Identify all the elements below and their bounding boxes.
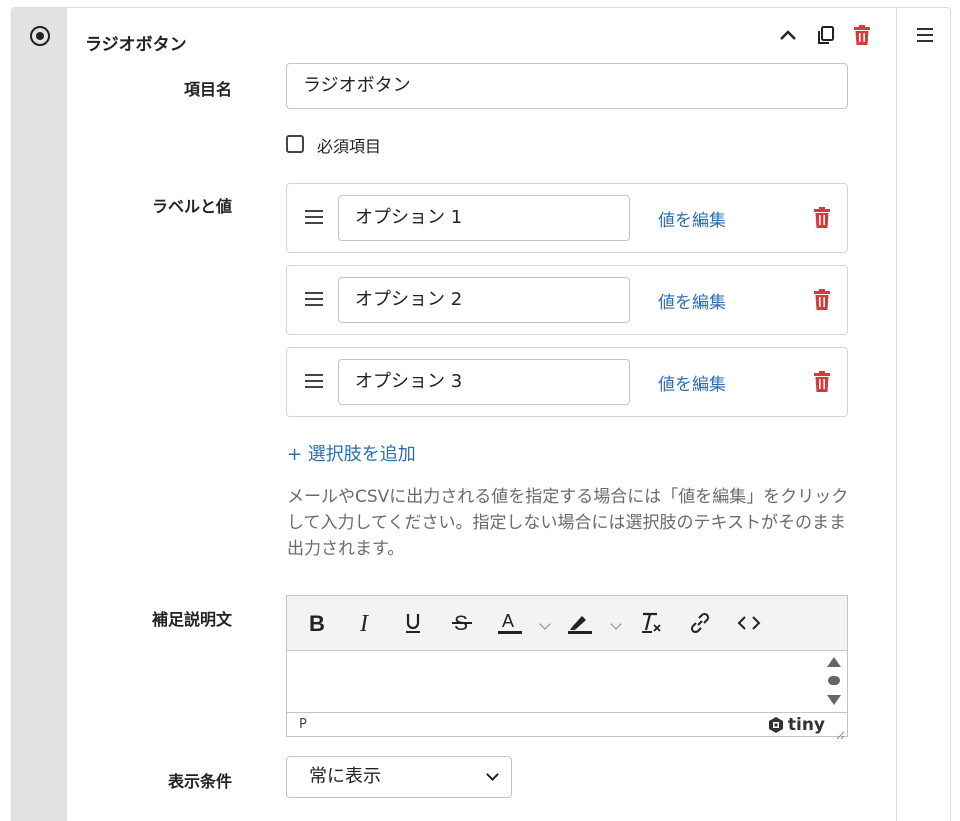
- underline-icon[interactable]: [400, 608, 426, 638]
- display-condition-select[interactable]: 常に表示: [286, 756, 512, 798]
- chevron-down-icon[interactable]: [539, 618, 551, 630]
- item-name-label: 項目名: [183, 80, 232, 99]
- options-label: ラベルと値: [151, 197, 232, 216]
- clear-formatting-icon[interactable]: [639, 608, 665, 638]
- field-title: ラジオボタン: [85, 35, 187, 55]
- tiny-logo[interactable]: tiny: [767, 715, 825, 735]
- option-input[interactable]: オプション 3: [338, 359, 630, 405]
- item-name-input[interactable]: ラジオボタン: [286, 63, 848, 109]
- field-menu-strip: [896, 8, 950, 821]
- radio-button-icon: [30, 26, 50, 46]
- text-color-icon[interactable]: A: [495, 608, 525, 638]
- scroll-up-icon[interactable]: [827, 657, 841, 667]
- field-type-strip: [12, 8, 67, 821]
- rich-text-editor: B I S A P tiny: [286, 595, 848, 740]
- svg-text:I: I: [359, 612, 369, 634]
- editor-content-area[interactable]: [287, 651, 847, 713]
- option-input[interactable]: オプション 2: [338, 277, 630, 323]
- edit-value-link[interactable]: 値を編集: [658, 288, 726, 313]
- element-path[interactable]: P: [299, 717, 307, 732]
- link-icon[interactable]: [687, 608, 713, 638]
- chevron-up-icon[interactable]: [777, 24, 799, 46]
- required-checkbox[interactable]: [286, 135, 304, 153]
- svg-text:A: A: [502, 611, 514, 631]
- option-row: オプション 3 値を編集: [286, 347, 848, 417]
- editor-toolbar: B I S A: [287, 596, 847, 651]
- source-code-icon[interactable]: [735, 608, 763, 638]
- required-label: 必須項目: [317, 137, 382, 156]
- trash-icon[interactable]: [811, 206, 833, 230]
- field-card: ラジオボタン 項目名 ラジオボタン 必須項目 ラベルと値 オプション 1 値を編…: [11, 7, 951, 821]
- resize-handle-icon[interactable]: [835, 725, 845, 740]
- options-help-text: メールやCSVに出力される値を指定する場合には「値を編集」をクリックして入力して…: [287, 487, 849, 559]
- option-row: オプション 2 値を編集: [286, 265, 848, 335]
- add-option-link[interactable]: + 選択肢を追加: [287, 440, 416, 466]
- drag-handle-icon[interactable]: [305, 292, 323, 306]
- chevron-down-icon[interactable]: [610, 618, 622, 630]
- edit-value-link[interactable]: 値を編集: [658, 370, 726, 395]
- trash-icon[interactable]: [851, 24, 873, 46]
- option-input[interactable]: オプション 1: [338, 195, 630, 241]
- edit-value-link[interactable]: 値を編集: [658, 206, 726, 231]
- italic-icon[interactable]: I: [353, 608, 379, 638]
- scrollbar-thumb[interactable]: [828, 676, 840, 685]
- copy-icon[interactable]: [815, 24, 837, 46]
- description-label: 補足説明文: [151, 610, 232, 629]
- drag-handle-icon[interactable]: [305, 374, 323, 388]
- drag-handle-icon[interactable]: [305, 210, 323, 224]
- editor-statusbar: P tiny: [287, 712, 847, 740]
- display-condition-label: 表示条件: [167, 772, 232, 791]
- svg-text:B: B: [309, 612, 325, 634]
- display-condition-value: 常に表示: [309, 766, 381, 787]
- trash-icon[interactable]: [811, 288, 833, 312]
- trash-icon[interactable]: [811, 370, 833, 394]
- scroll-down-icon[interactable]: [827, 695, 841, 705]
- tiny-brand-text: tiny: [787, 715, 825, 735]
- hamburger-menu-icon[interactable]: [917, 28, 933, 42]
- highlight-color-icon[interactable]: [565, 608, 595, 638]
- bold-icon[interactable]: B: [305, 608, 331, 638]
- strikethrough-icon[interactable]: S: [449, 608, 475, 638]
- chevron-down-icon: [486, 768, 499, 781]
- option-row: オプション 1 値を編集: [286, 183, 848, 253]
